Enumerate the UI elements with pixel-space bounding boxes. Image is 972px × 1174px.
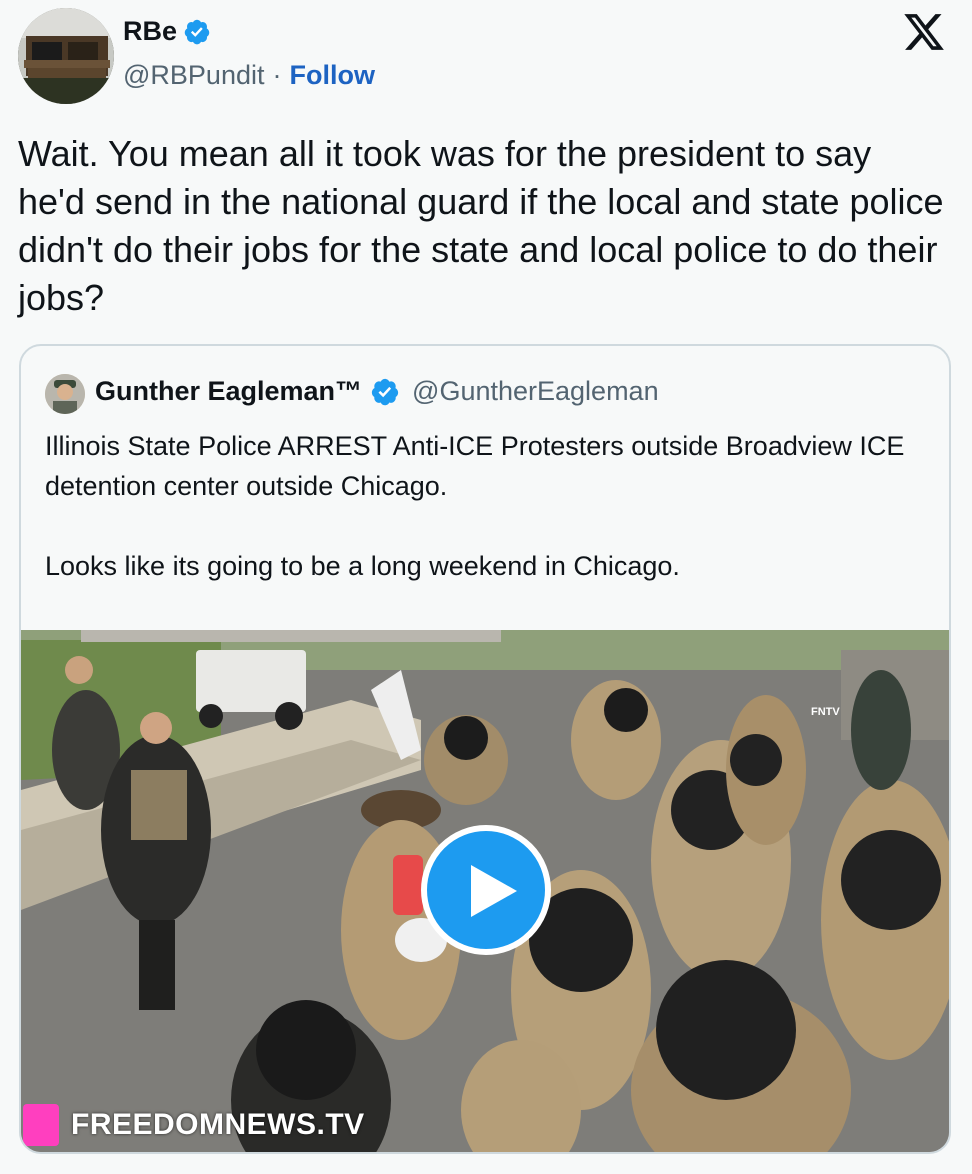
verified-badge-icon xyxy=(184,19,210,44)
quoted-paragraph: Illinois State Police ARREST Anti-ICE Pr… xyxy=(45,431,905,501)
play-icon xyxy=(471,865,517,917)
quoted-paragraph: Looks like its going to be a long weeken… xyxy=(45,551,680,581)
watermark-logo xyxy=(23,1104,59,1146)
author-handle-row: @RBPundit · Follow xyxy=(123,60,375,91)
author-name-row: RBe xyxy=(123,16,211,47)
author-display-name[interactable]: RBe xyxy=(123,16,177,47)
verified-badge-icon xyxy=(371,378,399,405)
quoted-avatar-image xyxy=(45,374,85,414)
author-avatar[interactable] xyxy=(18,8,114,104)
video-thumbnail[interactable]: FNTV FREEDOMNEWS.TV xyxy=(21,630,949,1152)
x-logo-icon[interactable] xyxy=(901,10,947,54)
avatar-image xyxy=(18,8,114,104)
quoted-display-name[interactable]: Gunther Eagleman™ xyxy=(95,376,362,407)
tweet-text: Wait. You mean all it took was for the p… xyxy=(18,133,944,318)
separator-dot: · xyxy=(272,60,282,90)
author-handle[interactable]: @RBPundit xyxy=(123,60,264,91)
quoted-author-avatar[interactable] xyxy=(45,374,85,414)
corner-tag: FNTV xyxy=(811,706,840,718)
play-button[interactable] xyxy=(421,825,551,955)
quoted-tweet-card[interactable]: Gunther Eagleman™ @GuntherEagleman Illin… xyxy=(19,344,951,1154)
quoted-text: Illinois State Police ARREST Anti-ICE Pr… xyxy=(45,426,925,586)
quoted-handle[interactable]: @GuntherEagleman xyxy=(412,376,659,407)
quoted-header: Gunther Eagleman™ @GuntherEagleman xyxy=(95,376,659,407)
video-watermark: FREEDOMNEWS.TV xyxy=(71,1108,365,1141)
follow-button[interactable]: Follow xyxy=(289,60,374,91)
